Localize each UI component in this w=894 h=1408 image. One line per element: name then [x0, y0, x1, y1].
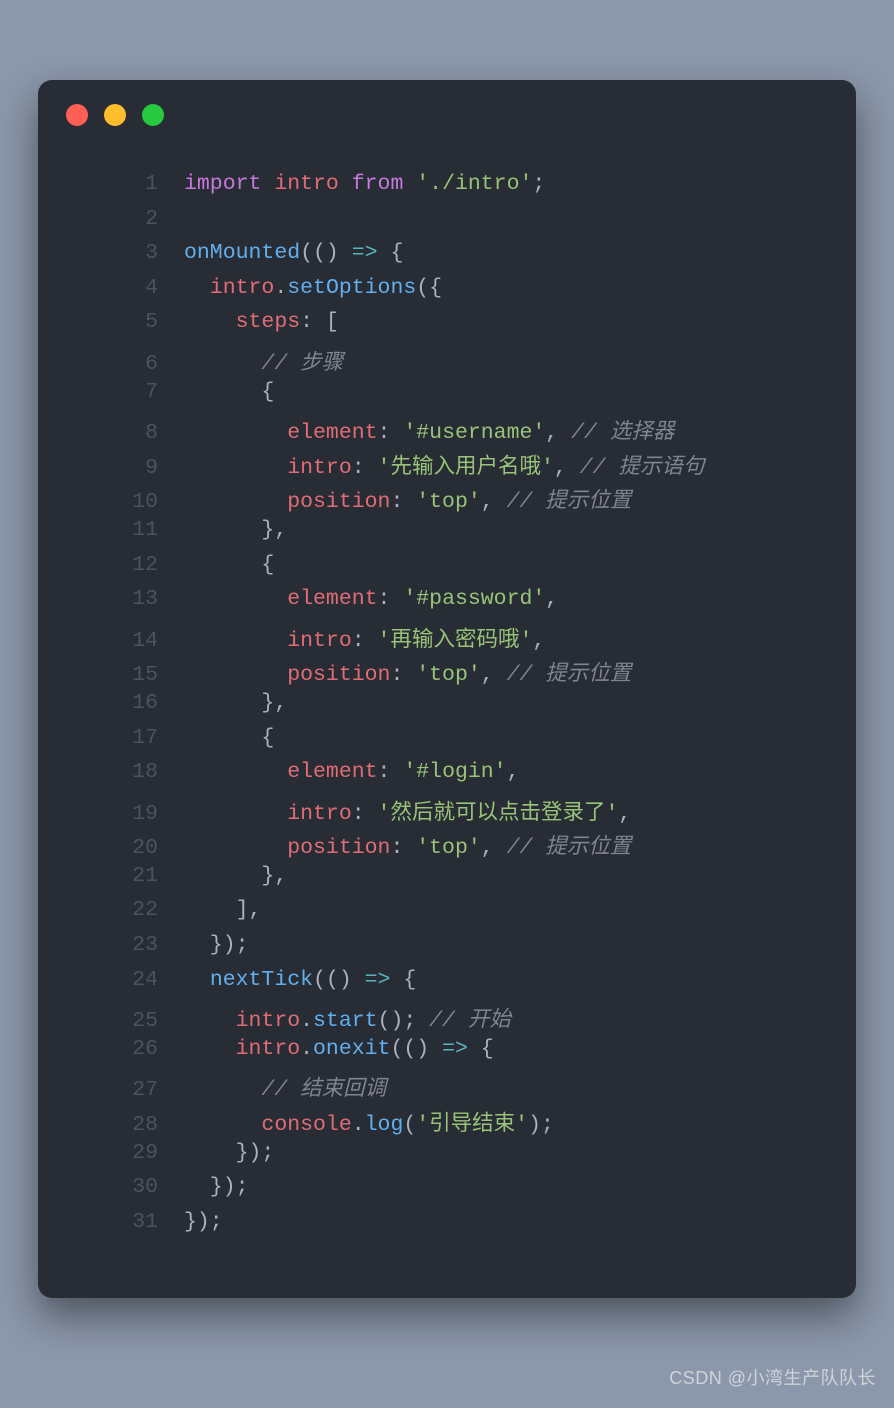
line-number: 13: [38, 587, 184, 611]
line-number: 23: [38, 933, 184, 957]
code-line: 8 element: '#username', // 选择器: [38, 414, 856, 449]
line-number: 22: [38, 898, 184, 922]
code-content: {: [184, 380, 274, 404]
line-number: 3: [38, 241, 184, 265]
close-icon[interactable]: [66, 104, 88, 126]
code-content: intro.start(); // 开始: [184, 1002, 511, 1033]
code-content: intro.setOptions({: [184, 276, 442, 300]
line-number: 27: [38, 1078, 184, 1102]
code-line: 21 },: [38, 864, 856, 899]
code-content: {: [184, 726, 274, 750]
line-number: 10: [38, 490, 184, 514]
code-line: 28 console.log('引导结束');: [38, 1106, 856, 1141]
code-content: });: [184, 1175, 249, 1199]
line-number: 24: [38, 968, 184, 992]
code-content: element: '#login',: [184, 760, 519, 784]
code-line: 20 position: 'top', // 提示位置: [38, 829, 856, 864]
line-number: 12: [38, 553, 184, 577]
maximize-icon[interactable]: [142, 104, 164, 126]
code-content: position: 'top', // 提示位置: [184, 483, 631, 514]
line-number: 4: [38, 276, 184, 300]
code-line: 10 position: 'top', // 提示位置: [38, 483, 856, 518]
line-number: 17: [38, 726, 184, 750]
line-number: 6: [38, 352, 184, 376]
code-content: console.log('引导结束');: [184, 1106, 554, 1137]
line-number: 28: [38, 1113, 184, 1137]
code-content: element: '#password',: [184, 587, 558, 611]
code-line: 27 // 结束回调: [38, 1071, 856, 1106]
code-line: 14 intro: '再输入密码哦',: [38, 622, 856, 657]
code-line: 30 });: [38, 1175, 856, 1210]
code-line: 26 intro.onexit(() => {: [38, 1037, 856, 1072]
code-content: ],: [184, 898, 261, 922]
line-number: 26: [38, 1037, 184, 1061]
code-line: 6 // 步骤: [38, 345, 856, 380]
code-line: 19 intro: '然后就可以点击登录了',: [38, 795, 856, 830]
watermark-text: CSDN @小湾生产队队长: [669, 1364, 876, 1390]
line-number: 20: [38, 836, 184, 860]
code-line: 24 nextTick(() => {: [38, 968, 856, 1003]
code-line: 29 });: [38, 1141, 856, 1176]
line-number: 8: [38, 421, 184, 445]
code-line: 11 },: [38, 518, 856, 553]
code-line: 17 {: [38, 726, 856, 761]
code-content: });: [184, 1210, 223, 1234]
code-content: element: '#username', // 选择器: [184, 414, 674, 445]
code-content: nextTick(() => {: [184, 968, 416, 992]
code-content: },: [184, 864, 287, 888]
code-line: 3onMounted(() => {: [38, 241, 856, 276]
code-content: // 步骤: [184, 345, 343, 376]
code-line: 25 intro.start(); // 开始: [38, 1002, 856, 1037]
line-number: 19: [38, 802, 184, 826]
code-content: });: [184, 1141, 274, 1165]
line-number: 31: [38, 1210, 184, 1234]
code-window: 1import intro from './intro';23onMounted…: [38, 80, 856, 1298]
line-number: 9: [38, 456, 184, 480]
code-line: 1import intro from './intro';: [38, 172, 856, 207]
code-line: 2: [38, 207, 856, 242]
code-line: 16 },: [38, 691, 856, 726]
code-line: 18 element: '#login',: [38, 760, 856, 795]
line-number: 25: [38, 1009, 184, 1033]
line-number: 30: [38, 1175, 184, 1199]
code-content: intro: '再输入密码哦',: [184, 622, 545, 653]
line-number: 7: [38, 380, 184, 404]
line-number: 5: [38, 310, 184, 334]
code-content: intro: '然后就可以点击登录了',: [184, 795, 631, 826]
code-content: position: 'top', // 提示位置: [184, 829, 631, 860]
line-number: 1: [38, 172, 184, 196]
code-line: 12 {: [38, 553, 856, 588]
line-number: 2: [38, 207, 184, 231]
line-number: 29: [38, 1141, 184, 1165]
code-content: intro: '先输入用户名哦', // 提示语句: [184, 449, 704, 480]
code-line: 9 intro: '先输入用户名哦', // 提示语句: [38, 449, 856, 484]
code-content: onMounted(() => {: [184, 241, 403, 265]
code-content: position: 'top', // 提示位置: [184, 656, 631, 687]
code-line: 31});: [38, 1210, 856, 1245]
line-number: 14: [38, 629, 184, 653]
line-number: 15: [38, 663, 184, 687]
line-number: 18: [38, 760, 184, 784]
code-content: steps: [: [184, 310, 339, 334]
code-line: 13 element: '#password',: [38, 587, 856, 622]
code-content: },: [184, 518, 287, 542]
code-line: 23 });: [38, 933, 856, 968]
code-content: intro.onexit(() => {: [184, 1037, 494, 1061]
line-number: 21: [38, 864, 184, 888]
code-line: 5 steps: [: [38, 310, 856, 345]
code-line: 15 position: 'top', // 提示位置: [38, 656, 856, 691]
code-content: });: [184, 933, 249, 957]
line-number: 11: [38, 518, 184, 542]
code-content: import intro from './intro';: [184, 172, 545, 196]
window-traffic-lights: [66, 104, 164, 126]
code-content: // 结束回调: [184, 1071, 386, 1102]
code-line: 7 {: [38, 380, 856, 415]
code-content: {: [184, 553, 274, 577]
code-area: 1import intro from './intro';23onMounted…: [38, 172, 856, 1274]
code-line: 22 ],: [38, 898, 856, 933]
line-number: 16: [38, 691, 184, 715]
code-content: },: [184, 691, 287, 715]
code-line: 4 intro.setOptions({: [38, 276, 856, 311]
minimize-icon[interactable]: [104, 104, 126, 126]
